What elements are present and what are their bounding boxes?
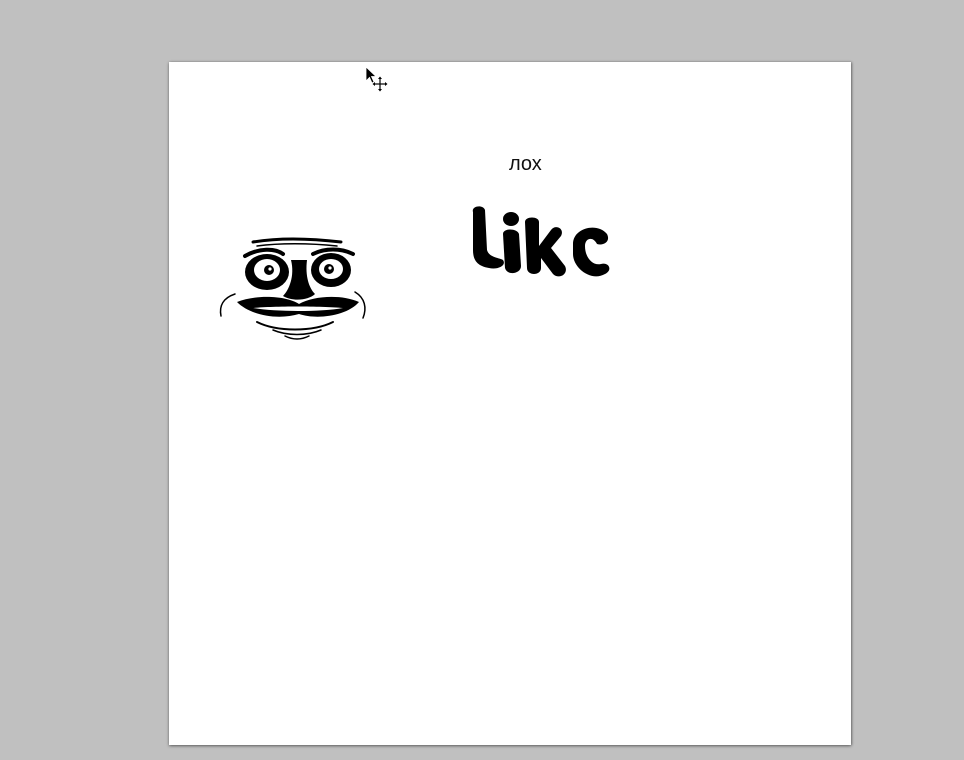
me-gusta-face-icon[interactable] (217, 236, 369, 344)
document-canvas[interactable]: лох (169, 62, 851, 745)
move-tool-cursor-icon (365, 66, 388, 92)
canvas-caption-text[interactable]: лох (509, 154, 542, 174)
like-sticker-image[interactable] (467, 202, 617, 290)
workspace-background: лох (0, 0, 964, 760)
